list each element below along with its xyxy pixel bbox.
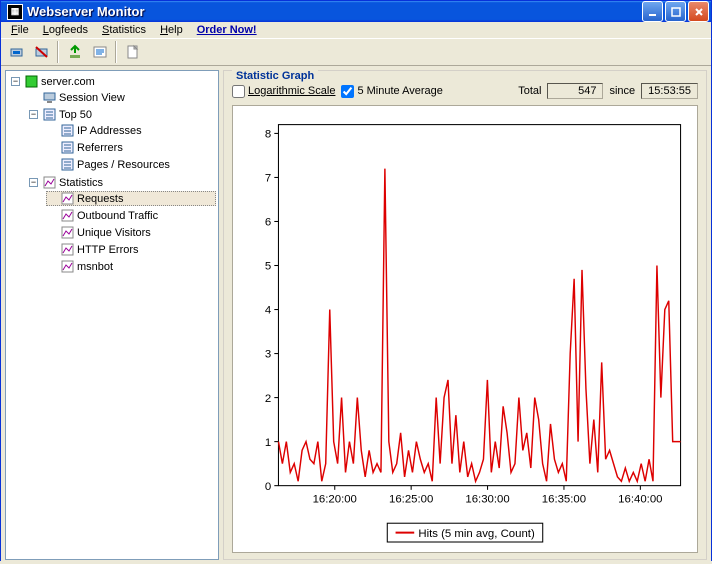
monitor-icon [43,91,56,104]
tool-new-icon[interactable] [121,41,144,63]
tree-item[interactable]: Referrers [46,140,216,155]
five-min-checkbox[interactable]: 5 Minute Average [341,85,442,98]
tree-item[interactable]: IP Addresses [46,123,216,138]
toolbar [1,39,711,66]
tree-label: Outbound Traffic [77,210,158,222]
tree-label: Requests [77,193,123,205]
collapse-icon[interactable]: − [11,77,20,86]
collapse-icon[interactable]: − [29,110,38,119]
chart-icon [61,226,74,239]
menu-help[interactable]: Help [154,22,189,38]
tree-label: Statistics [59,177,103,189]
tree-item[interactable]: Outbound Traffic [46,208,216,223]
tree-label: Pages / Resources [77,159,170,171]
tree-label: Session View [59,92,125,104]
svg-text:8: 8 [265,129,271,141]
tool-connect-icon[interactable] [5,41,28,63]
list-icon [61,158,74,171]
tree-label: Top 50 [59,109,92,121]
tree-server[interactable]: − server.com [10,74,216,89]
menubar: File Logfeeds Statistics Help Order Now! [1,22,711,39]
tree-top50[interactable]: − Top 50 [28,107,216,122]
since-label: since [609,85,635,97]
svg-text:7: 7 [265,173,271,185]
chart-icon [43,176,56,189]
tree-server-label: server.com [41,76,95,88]
total-value: 547 [547,83,603,99]
tool-disconnect-icon[interactable] [30,41,53,63]
log-scale-input[interactable] [232,85,245,98]
tree-item[interactable]: Pages / Resources [46,157,216,172]
menu-statistics[interactable]: Statistics [96,22,152,38]
tree-label: HTTP Errors [77,244,139,256]
svg-text:0: 0 [265,481,271,493]
titlebar[interactable]: ▦ Webserver Monitor [1,1,711,22]
app-icon: ▦ [7,4,23,20]
tree-pane[interactable]: − server.com Session View [5,70,219,560]
toolbar-separator [57,41,59,63]
svg-text:16:35:00: 16:35:00 [542,493,586,505]
group-title: Statistic Graph [232,70,318,82]
tree-label: Referrers [77,142,123,154]
graph-pane: Statistic Graph Logarithmic Scale 5 Minu… [223,70,707,560]
tree-item[interactable]: HTTP Errors [46,242,216,257]
svg-text:1: 1 [265,437,271,449]
list-icon [43,108,56,121]
window-title: Webserver Monitor [27,4,642,19]
svg-text:16:20:00: 16:20:00 [313,493,357,505]
chart: 0 1 2 3 4 5 6 7 8 16:20:00 16:25:00 16:30:00 16:35:0… [232,105,698,553]
tree-item[interactable]: msnbot [46,259,216,274]
svg-text:16:40:00: 16:40:00 [618,493,662,505]
app-window: ▦ Webserver Monitor File Logfeeds Statis… [0,0,712,561]
svg-text:6: 6 [265,217,271,229]
collapse-icon[interactable]: − [29,178,38,187]
graph-controls: Logarithmic Scale 5 Minute Average Total… [232,81,698,105]
tree-statistics[interactable]: − Statistics [28,175,216,190]
svg-text:16:25:00: 16:25:00 [389,493,433,505]
tree-session-view[interactable]: Session View [28,90,216,105]
tool-export-icon[interactable] [63,41,86,63]
five-min-input[interactable] [341,85,354,98]
svg-text:16:30:00: 16:30:00 [465,493,509,505]
log-scale-label: Logarithmic Scale [248,85,335,97]
tree-item[interactable]: Requests [46,191,216,206]
tree-item[interactable]: Unique Visitors [46,225,216,240]
tool-settings-icon[interactable] [88,41,111,63]
chart-svg: 0 1 2 3 4 5 6 7 8 16:20:00 16:25:00 16:30:00 16:35:0… [237,110,693,548]
five-min-label: 5 Minute Average [357,85,442,97]
content: − server.com Session View [1,66,711,564]
svg-text:4: 4 [265,305,272,317]
total-label: Total [518,85,541,97]
menu-order-now[interactable]: Order Now! [191,22,263,38]
tree: − server.com Session View [8,73,216,277]
server-icon [25,75,38,88]
menu-file[interactable]: File [5,22,35,38]
svg-text:5: 5 [265,261,271,273]
list-icon [61,141,74,154]
chart-icon [61,192,74,205]
tree-label: IP Addresses [77,125,142,137]
list-icon [61,124,74,137]
svg-text:3: 3 [265,349,271,361]
chart-icon [61,209,74,222]
since-value: 15:53:55 [641,83,698,99]
minimize-button[interactable] [642,1,663,22]
log-scale-checkbox[interactable]: Logarithmic Scale [232,85,335,98]
tree-label: msnbot [77,261,113,273]
chart-icon [61,260,74,273]
close-button[interactable] [688,1,709,22]
tree-label: Unique Visitors [77,227,151,239]
chart-icon [61,243,74,256]
svg-text:2: 2 [265,393,271,405]
toolbar-separator [115,41,117,63]
maximize-button[interactable] [665,1,686,22]
menu-logfeeds[interactable]: Logfeeds [37,22,94,38]
svg-text:Hits (5 min avg, Count): Hits (5 min avg, Count) [418,528,535,540]
